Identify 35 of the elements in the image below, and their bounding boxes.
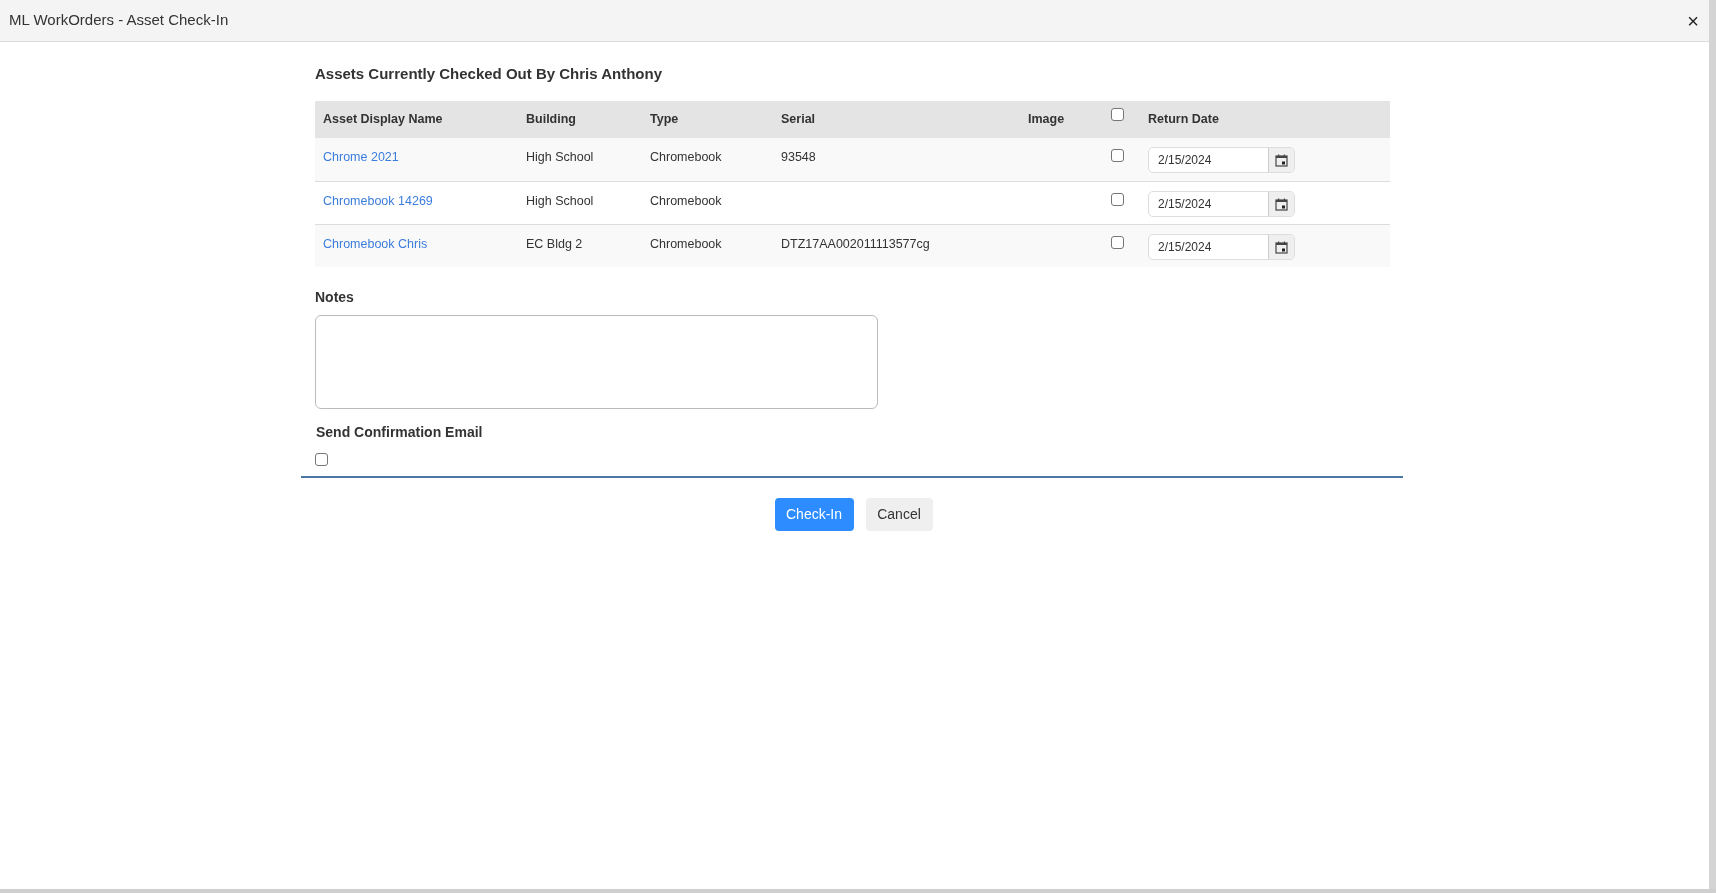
calendar-icon[interactable] <box>1275 197 1288 211</box>
row-checkbox[interactable] <box>1111 149 1124 162</box>
column-header: Type <box>650 111 680 129</box>
table-cell: EC Bldg 2 <box>526 237 583 251</box>
table-cell: 93548 <box>781 150 816 164</box>
column-header: Serial <box>781 111 817 129</box>
column-header: Return Date <box>1148 111 1220 129</box>
asset-link[interactable]: Chromebook 14269 <box>323 194 433 208</box>
table-cell: Chromebook <box>650 237 722 251</box>
column-header: Asset Display Name <box>323 111 444 129</box>
table-cell: DTZ17AA002011113577cg <box>781 237 930 251</box>
table-cell: Chromebook <box>650 150 722 164</box>
date-field[interactable]: 2/15/2024 <box>1148 147 1295 173</box>
row-checkbox[interactable] <box>1111 236 1124 249</box>
calendar-icon[interactable] <box>1275 153 1288 167</box>
column-header: Building <box>526 111 577 129</box>
date-field[interactable]: 2/15/2024 <box>1148 234 1295 260</box>
row-checkbox[interactable] <box>1111 193 1124 206</box>
table-cell: Chromebook <box>650 194 722 208</box>
notes-field[interactable] <box>315 315 878 409</box>
confirmation-label: Send Confirmation Email <box>316 424 483 440</box>
asset-link[interactable]: Chrome 2021 <box>323 150 399 164</box>
column-header: Image <box>1028 111 1066 129</box>
date-field[interactable]: 2/15/2024 <box>1148 191 1295 217</box>
confirmation-checkbox[interactable] <box>315 453 328 466</box>
select-all-checkbox[interactable] <box>1111 108 1124 122</box>
cancel-button[interactable]: Cancel <box>865 498 933 531</box>
table-cell: High School <box>526 194 594 208</box>
calendar-icon[interactable] <box>1275 240 1288 254</box>
window-title: ML WorkOrders - Asset Check-In <box>9 10 229 31</box>
section-heading: Assets Currently Checked Out By Chris Anthony <box>315 65 662 82</box>
asset-link[interactable]: Chromebook Chris <box>323 237 428 251</box>
close-button[interactable]: × <box>1687 10 1700 31</box>
table-cell: High School <box>526 150 594 164</box>
notes-label: Notes <box>315 289 354 305</box>
